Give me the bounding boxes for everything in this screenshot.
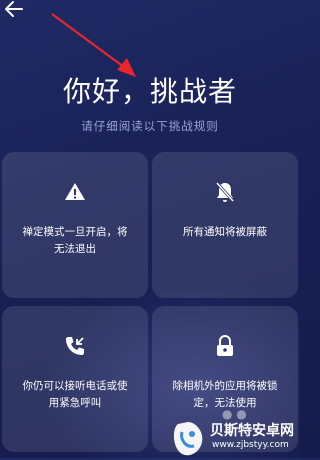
page-subtitle: 请仔细阅读以下挑战规则 <box>81 119 219 133</box>
rule-card-calls-allowed: 你仍可以接听电话或使 用紧急呼叫 <box>2 306 148 452</box>
rule-card-no-exit: 禅定模式一旦开启，将 无法退出 <box>2 152 148 298</box>
watermark-name: 贝斯特安卓网 <box>210 423 294 439</box>
lock-icon <box>217 335 233 356</box>
warning-icon <box>65 183 85 200</box>
page-title: 你好，挑战者 <box>62 75 237 108</box>
rule-card-notifications-muted: 所有通知将被屏蔽 <box>152 152 298 298</box>
bell-off-icon <box>215 182 235 202</box>
rule-text: 所有通知将被屏蔽 <box>183 226 267 238</box>
rule-text: 你仍可以接听电话或使 用紧急呼叫 <box>22 380 128 409</box>
back-arrow-icon[interactable] <box>4 0 24 18</box>
watermark-url: www.zjbstyy.com <box>212 440 289 450</box>
call-incoming-icon <box>66 337 84 355</box>
rule-text: 禅定模式一旦开启，将 无法退出 <box>22 226 128 255</box>
